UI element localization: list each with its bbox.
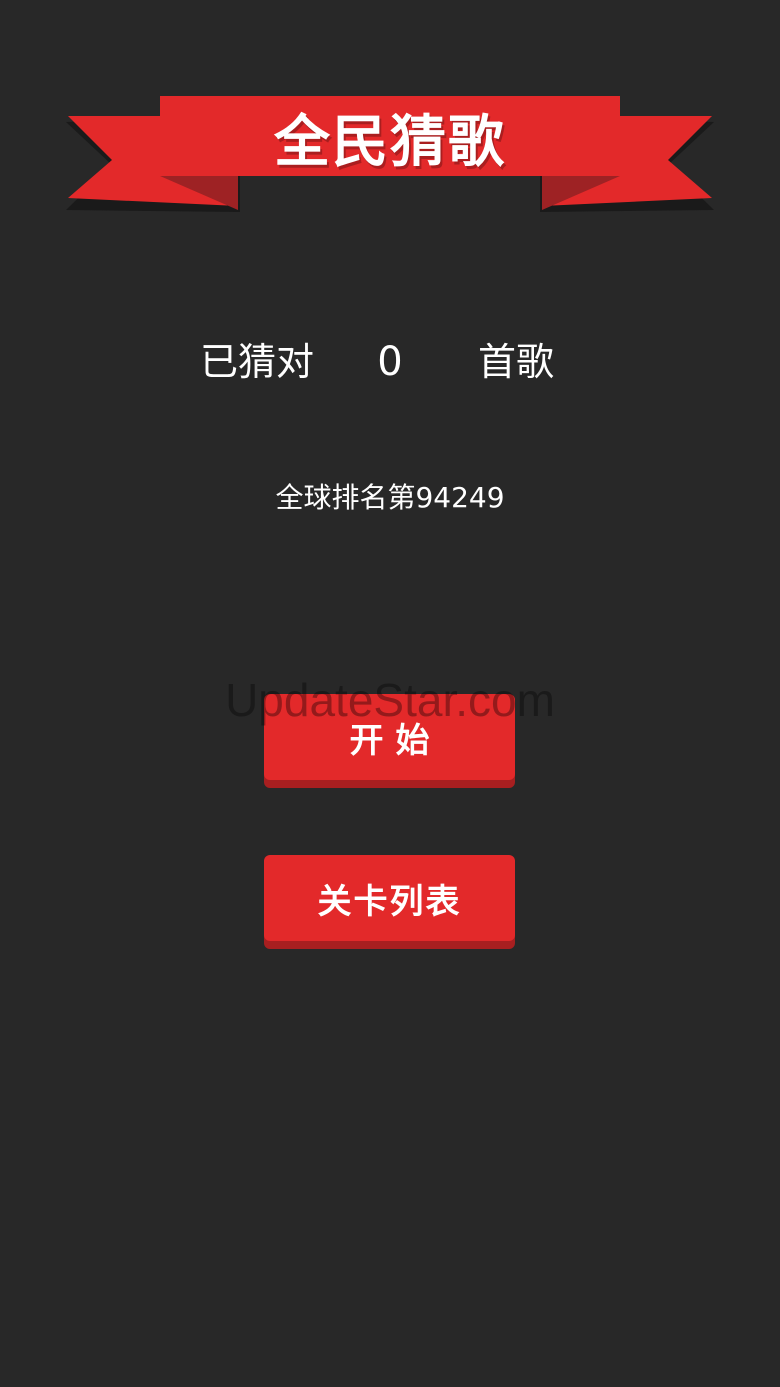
start-button[interactable]: 开始 [264,694,515,780]
game-title: 全民猜歌 [274,109,506,175]
score-count: 0 [377,339,403,385]
score-prefix-label: 已猜对 [200,340,315,384]
global-rank: 全球排名第94249 [275,481,505,514]
title-banner: 全民猜歌 [0,0,780,230]
score-suffix-label: 首歌 [478,340,555,384]
score-summary: 已猜对 0 首歌 [0,332,780,392]
level-list-button[interactable]: 关卡列表 [264,855,515,941]
